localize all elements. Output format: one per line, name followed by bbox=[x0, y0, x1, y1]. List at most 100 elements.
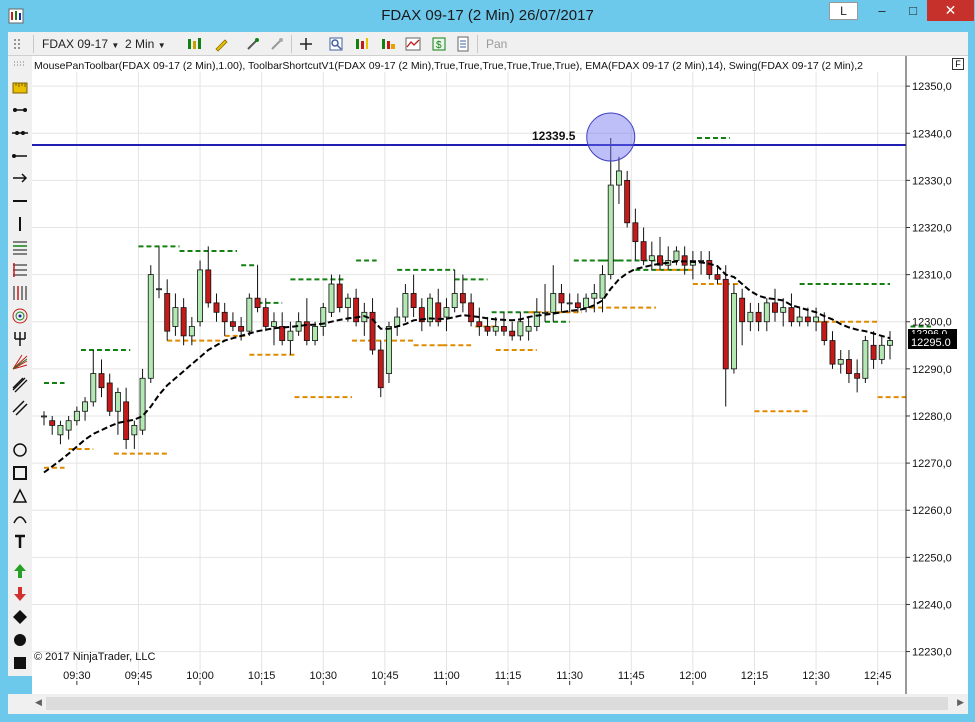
candle-body bbox=[673, 250, 680, 261]
instrument-selector[interactable]: FDAX 09-17 ▼ bbox=[42, 36, 119, 52]
candle-body bbox=[845, 359, 852, 374]
candle-body bbox=[706, 260, 713, 276]
drawing-tools-sidebar bbox=[8, 56, 32, 676]
strategies-icon[interactable] bbox=[380, 36, 396, 52]
candle-body bbox=[747, 311, 754, 323]
fibonacci-extension-icon[interactable] bbox=[10, 260, 30, 280]
properties-icon[interactable] bbox=[455, 36, 471, 52]
chevron-down-icon: ▼ bbox=[157, 41, 166, 50]
pencil-draw-icon[interactable] bbox=[213, 36, 229, 52]
x-tick-label: 12:00 bbox=[679, 670, 707, 682]
crosshair-icon[interactable] bbox=[298, 36, 314, 52]
candle-body bbox=[205, 269, 212, 304]
dollar-icon[interactable]: $ bbox=[431, 36, 447, 52]
price-chart[interactable]: 12339.5 12230,0 12240,0 12250,0 12260,0 1227… bbox=[32, 56, 968, 694]
regression-channel-icon[interactable] bbox=[10, 375, 30, 395]
candle-body bbox=[98, 373, 105, 389]
x-tick-label: 09:45 bbox=[125, 670, 153, 682]
horizontal-scrollbar[interactable]: ◀ ▶ bbox=[32, 694, 968, 714]
candle-body bbox=[49, 420, 56, 426]
candle-body bbox=[788, 307, 795, 323]
extended-line-icon[interactable] bbox=[10, 123, 30, 143]
candle-body bbox=[443, 307, 450, 318]
horizontal-line-icon[interactable] bbox=[10, 191, 30, 211]
arrow-line-icon[interactable] bbox=[10, 168, 30, 188]
chart-toolbar: FDAX 09-17 ▼ 2 Min ▼ $ Pan bbox=[8, 32, 968, 56]
candle-body bbox=[459, 293, 466, 304]
title-bar[interactable]: FDAX 09-17 (2 Min) 26/07/2017 L – □ ✕ bbox=[0, 0, 975, 32]
bar-type-icon[interactable] bbox=[186, 36, 202, 52]
interval-selector[interactable]: 2 Min ▼ bbox=[125, 36, 166, 52]
chart-panel[interactable]: 12339.5 12230,0 12240,0 12250,0 12260,0 1227… bbox=[32, 56, 968, 694]
arrow-up-icon[interactable] bbox=[10, 561, 30, 581]
interval-label: 2 Min bbox=[125, 37, 155, 51]
candle-body bbox=[336, 283, 343, 308]
candle-body bbox=[410, 293, 417, 309]
fibonacci-retracement-icon[interactable] bbox=[10, 237, 30, 257]
candle-body bbox=[878, 344, 885, 360]
trend-channel-icon[interactable] bbox=[10, 398, 30, 418]
candle-body bbox=[238, 326, 245, 332]
fibonacci-circle-icon[interactable] bbox=[10, 306, 30, 326]
candle-body bbox=[550, 293, 557, 313]
vertical-line-icon[interactable] bbox=[10, 214, 30, 234]
price-axis-format-box[interactable]: F bbox=[952, 58, 964, 70]
data-series-icon[interactable] bbox=[354, 36, 370, 52]
rectangle-icon[interactable] bbox=[10, 463, 30, 483]
candle-body bbox=[509, 330, 516, 337]
candle-body bbox=[188, 326, 195, 337]
ruler-icon[interactable] bbox=[10, 78, 30, 98]
y-tick-label: 12340,0 bbox=[912, 128, 952, 140]
scroll-right-icon[interactable]: ▶ bbox=[957, 697, 964, 708]
minimize-button[interactable]: – bbox=[865, 1, 899, 21]
close-button[interactable]: ✕ bbox=[927, 0, 974, 21]
x-tick-label: 10:15 bbox=[248, 670, 276, 682]
fibonacci-time-icon[interactable] bbox=[10, 283, 30, 303]
candle-body bbox=[312, 326, 318, 341]
candle-body bbox=[106, 382, 113, 412]
candle-body bbox=[640, 241, 647, 261]
maximize-button[interactable]: □ bbox=[899, 1, 927, 21]
ellipse-icon[interactable] bbox=[10, 440, 30, 460]
text-icon[interactable] bbox=[10, 532, 30, 552]
candle-body bbox=[82, 401, 89, 412]
candle-body bbox=[164, 293, 171, 332]
candle-body bbox=[131, 424, 138, 436]
y-tick-label: 12310,0 bbox=[912, 270, 952, 282]
diamond-icon[interactable] bbox=[10, 607, 30, 627]
candle-body bbox=[583, 297, 590, 308]
candle-body bbox=[172, 307, 179, 327]
y-tick-label: 12330,0 bbox=[912, 175, 952, 187]
candle-body bbox=[780, 307, 787, 313]
dot-icon[interactable] bbox=[10, 630, 30, 650]
candle-body bbox=[887, 340, 893, 346]
candle-body bbox=[156, 288, 162, 291]
triangle-icon[interactable] bbox=[10, 486, 30, 506]
pan-button[interactable]: Pan bbox=[486, 36, 507, 52]
zoom-icon[interactable] bbox=[328, 36, 344, 52]
square-icon[interactable] bbox=[10, 653, 30, 673]
candle-body bbox=[386, 326, 392, 374]
scroll-corner bbox=[8, 694, 32, 714]
toolbar-separator bbox=[33, 35, 34, 53]
remove-draw-icon[interactable] bbox=[269, 36, 285, 52]
link-button[interactable]: L bbox=[829, 2, 858, 20]
ray-icon[interactable] bbox=[10, 100, 30, 120]
candle-body bbox=[755, 311, 762, 323]
candle-body bbox=[772, 302, 778, 313]
candle-body bbox=[624, 179, 631, 224]
candle-body bbox=[271, 321, 277, 327]
andrews-pitchfork-icon[interactable] bbox=[10, 329, 30, 349]
arc-icon[interactable] bbox=[10, 509, 30, 529]
arrow-down-icon[interactable] bbox=[10, 584, 30, 604]
crosshair-draw-icon[interactable] bbox=[245, 36, 261, 52]
candle-body bbox=[566, 302, 573, 305]
x-tick-label: 09:30 bbox=[63, 670, 91, 682]
line-icon[interactable] bbox=[10, 146, 30, 166]
indicators-icon[interactable] bbox=[405, 36, 421, 52]
gann-fan-icon[interactable] bbox=[10, 352, 30, 372]
scrollbar-thumb[interactable] bbox=[46, 697, 948, 710]
candle-body bbox=[821, 321, 828, 341]
scroll-left-icon[interactable]: ◀ bbox=[35, 697, 42, 708]
candle-body bbox=[607, 184, 614, 276]
